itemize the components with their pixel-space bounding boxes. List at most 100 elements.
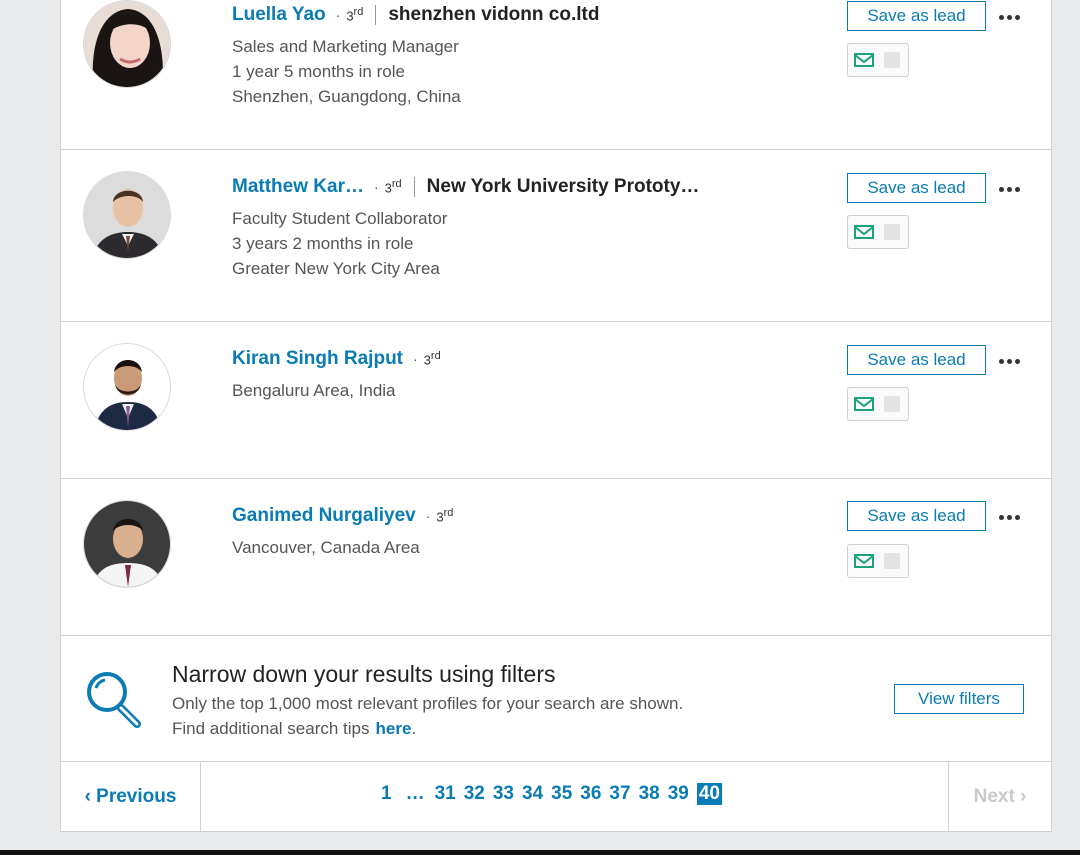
profile-details: Bengaluru Area, India [232, 378, 396, 403]
page-link[interactable]: 38 [639, 783, 660, 805]
message-button[interactable] [847, 387, 909, 421]
dot-icon [1014, 514, 1020, 520]
profile-name-link[interactable]: Matthew Kar… [232, 176, 364, 198]
previous-page-button[interactable]: ‹ Previous [61, 762, 201, 831]
page-link[interactable]: 33 [493, 783, 514, 805]
result-card: Matthew Kar… · 3rd New York University P… [61, 150, 1051, 322]
save-as-lead-button[interactable]: Save as lead [847, 173, 986, 203]
dot-icon [1006, 186, 1012, 192]
connection-degree: 3rd [385, 178, 402, 195]
separator-dot: · [413, 351, 418, 367]
search-results-panel: Luella Yao · 3rd shenzhen vidonn co.ltd … [60, 0, 1052, 832]
page-link[interactable]: 31 [435, 783, 456, 805]
message-button[interactable] [847, 544, 909, 578]
degree-suffix: rd [391, 178, 402, 191]
name-line: Kiran Singh Rajput · 3rd [232, 348, 441, 370]
job-title: Sales and Marketing Manager [232, 37, 459, 56]
company-name: shenzhen vidonn co.ltd [388, 4, 600, 25]
profile-name-link[interactable]: Ganimed Nurgaliyev [232, 505, 416, 527]
separator-dot: · [335, 7, 341, 23]
select-checkbox[interactable] [884, 553, 900, 569]
page-link[interactable]: 1 [381, 783, 392, 805]
more-options-button[interactable] [993, 179, 1025, 199]
connection-degree: 3rd [436, 507, 453, 524]
save-as-lead-button[interactable]: Save as lead [847, 345, 986, 375]
page-link[interactable]: 36 [580, 783, 601, 805]
profile-avatar[interactable] [83, 343, 171, 431]
name-line: Ganimed Nurgaliyev · 3rd [232, 505, 453, 527]
save-as-lead-button[interactable]: Save as lead [847, 1, 986, 31]
profile-name-link[interactable]: Luella Yao [232, 4, 326, 26]
filters-description: Only the top 1,000 most relevant profile… [172, 694, 684, 713]
message-button[interactable] [847, 43, 909, 77]
select-checkbox[interactable] [884, 224, 900, 240]
current-page: 40 [696, 783, 722, 805]
envelope-icon [854, 53, 874, 67]
more-options-button[interactable] [993, 507, 1025, 527]
tenure: 3 years 2 months in role [232, 234, 414, 253]
dot-icon [1014, 14, 1020, 20]
location: Greater New York City Area [232, 259, 440, 278]
profile-details: Sales and Marketing Manager 1 year 5 mon… [232, 34, 461, 109]
dot-icon [1014, 358, 1020, 364]
window-bottom-edge [0, 850, 1080, 855]
separator-dot: · [373, 179, 379, 195]
page-link[interactable]: 32 [464, 783, 485, 805]
dot-icon [1006, 358, 1012, 364]
tenure: 1 year 5 months in role [232, 62, 405, 81]
dot-icon [1006, 14, 1012, 20]
dot-icon [998, 14, 1004, 20]
envelope-icon [854, 397, 874, 411]
connection-degree: 3rd [424, 350, 441, 367]
search-tips-line: Find additional search tips here. [172, 719, 416, 739]
pagination: ‹ Previous 1 … 31 32 33 34 35 36 37 38 3… [61, 762, 1051, 831]
degree-number: 3 [436, 509, 444, 525]
result-card: Kiran Singh Rajput · 3rd Bengaluru Area,… [61, 322, 1051, 479]
message-button[interactable] [847, 215, 909, 249]
page-numbers: 1 … 31 32 33 34 35 36 37 38 39 40 [381, 783, 722, 805]
dot-icon [1006, 514, 1012, 520]
company-name: New York University Prototy… [426, 176, 700, 197]
profile-details: Vancouver, Canada Area [232, 535, 420, 560]
filters-title: Narrow down your results using filters [172, 661, 556, 687]
search-tips-period: . [411, 719, 417, 738]
degree-suffix: rd [430, 350, 441, 363]
degree-suffix: rd [353, 6, 364, 19]
page-link[interactable]: 37 [609, 783, 630, 805]
location: Bengaluru Area, India [232, 381, 396, 400]
envelope-icon [854, 225, 874, 239]
degree-suffix: rd [443, 507, 454, 520]
name-line: Luella Yao · 3rd shenzhen vidonn co.ltd [232, 4, 599, 26]
divider [375, 5, 377, 25]
filters-hint: Narrow down your results using filters O… [61, 636, 1051, 762]
profile-details: Faculty Student Collaborator 3 years 2 m… [232, 206, 447, 281]
profile-avatar[interactable] [83, 171, 171, 259]
select-checkbox[interactable] [884, 52, 900, 68]
dot-icon [998, 186, 1004, 192]
more-options-button[interactable] [993, 7, 1025, 27]
page-link[interactable]: 34 [522, 783, 543, 805]
profile-name-link[interactable]: Kiran Singh Rajput [232, 348, 403, 370]
separator-dot: · [425, 508, 431, 524]
page-link[interactable]: 35 [551, 783, 572, 805]
result-card: Ganimed Nurgaliyev · 3rd Vancouver, Cana… [61, 479, 1051, 636]
save-as-lead-button[interactable]: Save as lead [847, 501, 986, 531]
location: Vancouver, Canada Area [232, 538, 420, 557]
dot-icon [998, 358, 1004, 364]
degree-number: 3 [423, 352, 431, 368]
select-checkbox[interactable] [884, 396, 900, 412]
next-page-button: Next › [948, 762, 1051, 831]
location: Shenzhen, Guangdong, China [232, 87, 461, 106]
page-link[interactable]: 39 [668, 783, 689, 805]
search-tips-link[interactable]: here [376, 719, 412, 738]
profile-avatar[interactable] [83, 0, 171, 88]
profile-avatar[interactable] [83, 500, 171, 588]
job-title: Faculty Student Collaborator [232, 209, 448, 228]
connection-degree: 3rd [346, 6, 363, 23]
view-filters-button[interactable]: View filters [894, 684, 1024, 714]
envelope-icon [854, 554, 874, 568]
degree-number: 3 [384, 180, 392, 196]
dot-icon [998, 514, 1004, 520]
search-icon [87, 672, 141, 728]
more-options-button[interactable] [993, 351, 1025, 371]
